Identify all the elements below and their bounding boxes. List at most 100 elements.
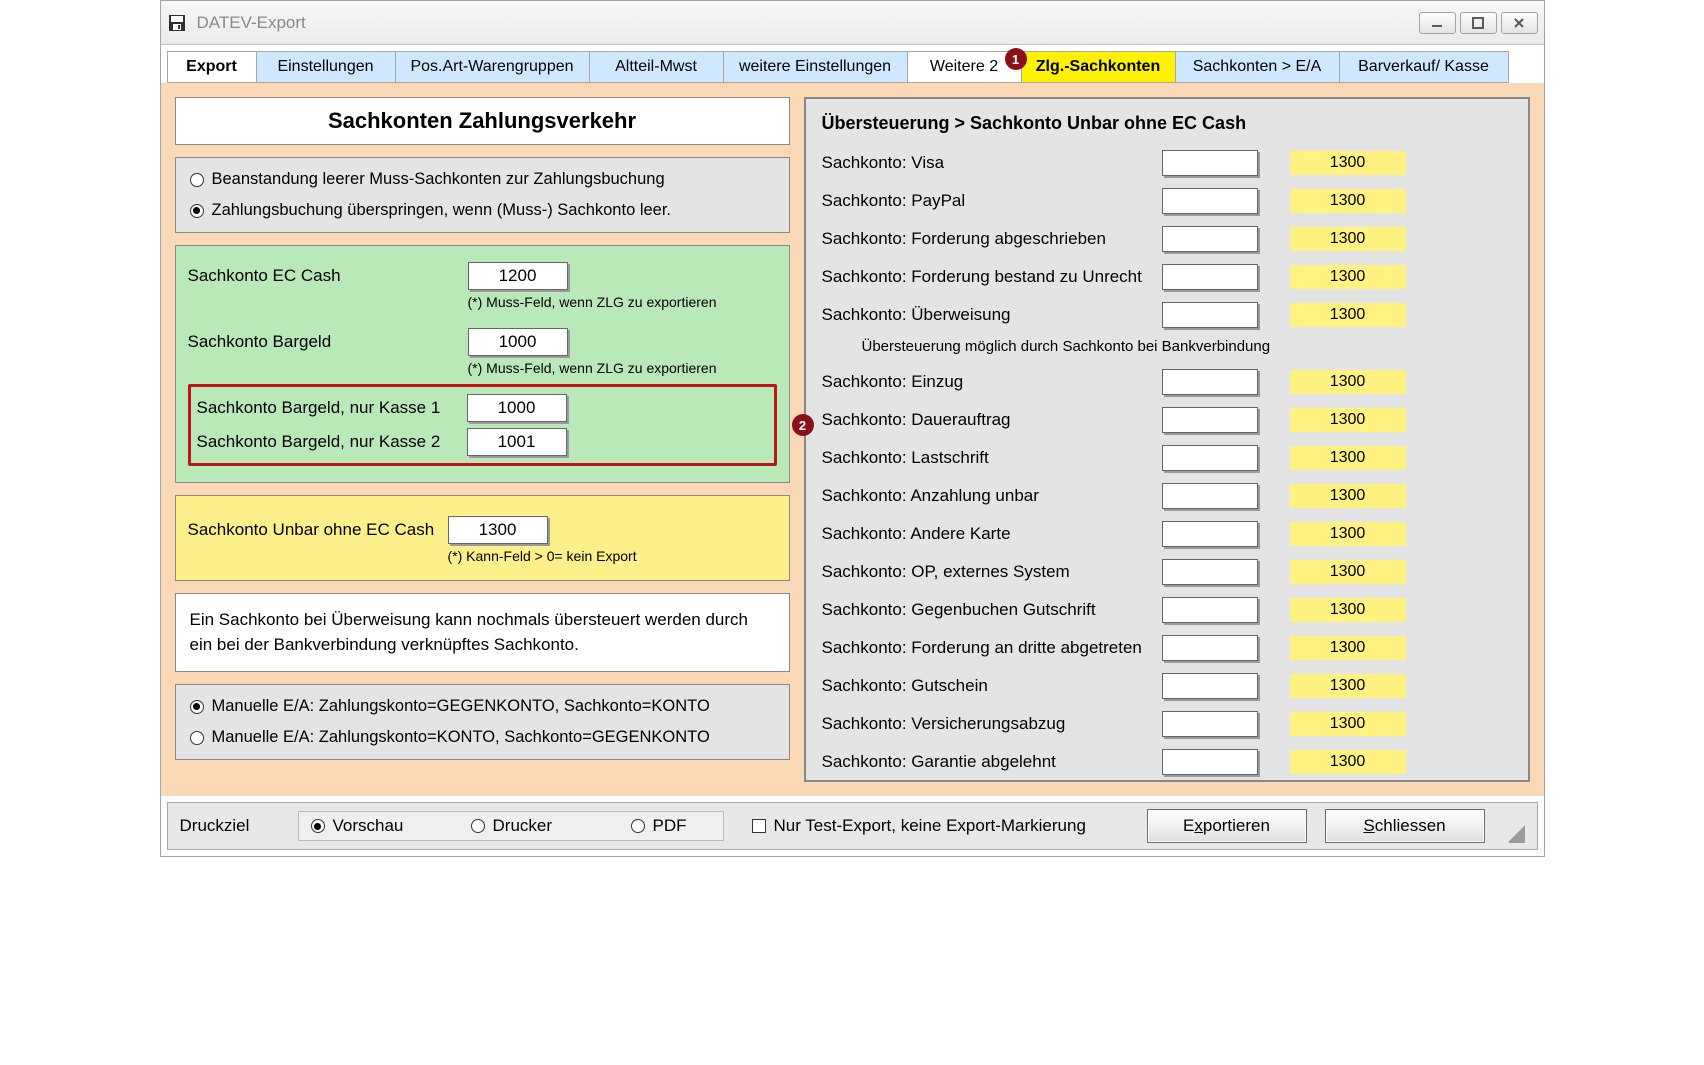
input-paypal[interactable] <box>1162 188 1258 214</box>
r-label: Sachkonto: Anzahlung unbar <box>822 486 1162 506</box>
radio-label: PDF <box>653 816 687 836</box>
right-title: Übersteuerung > Sachkonto Unbar ohne EC … <box>822 107 1512 144</box>
input-andere-karte[interactable] <box>1162 521 1258 547</box>
tab-sachkonten-ea[interactable]: Sachkonten > E/A <box>1175 51 1340 83</box>
resize-grip-icon[interactable] <box>1509 815 1525 843</box>
tab-weitere-einstellungen[interactable]: weitere Einstellungen <box>723 51 908 83</box>
r-label: Sachkonto: Lastschrift <box>822 448 1162 468</box>
tabstrip: Export Einstellungen Pos.Art-Warengruppe… <box>161 45 1544 83</box>
radio-pdf[interactable]: PDF <box>631 816 711 836</box>
maximize-button[interactable] <box>1460 12 1497 34</box>
label-ec-cash: Sachkonto EC Cash <box>188 266 468 286</box>
checkbox-testexport[interactable]: Nur Test-Export, keine Export-Markierung <box>752 816 1086 836</box>
app-window: DATEV-Export Export Einstellungen Pos.Ar… <box>160 0 1545 857</box>
radio-label: Beanstandung leerer Muss-Sachkonten zur … <box>212 170 665 189</box>
radio-icon <box>190 700 204 714</box>
value-paypal: 1300 <box>1290 189 1406 213</box>
radio-ea-1[interactable]: Manuelle E/A: Zahlungskonto=GEGENKONTO, … <box>180 691 785 722</box>
value-versicherung: 1300 <box>1290 712 1406 736</box>
input-ford-abg[interactable] <box>1162 226 1258 252</box>
tab-weitere-2[interactable]: Weitere 2 1 <box>907 51 1022 83</box>
tab-einstellungen[interactable]: Einstellungen <box>256 51 396 83</box>
r-label: Sachkonto: Forderung an dritte abgetrete… <box>822 638 1162 658</box>
radio-label: Vorschau <box>333 816 404 836</box>
input-garantie[interactable] <box>1162 749 1258 775</box>
radio-ea-2[interactable]: Manuelle E/A: Zahlungskonto=KONTO, Sachk… <box>180 722 785 753</box>
radio-label: Manuelle E/A: Zahlungskonto=KONTO, Sachk… <box>212 728 710 747</box>
save-icon <box>167 13 187 33</box>
radio-beanstandung[interactable]: Beanstandung leerer Muss-Sachkonten zur … <box>180 164 785 195</box>
r-label: Sachkonto: Einzug <box>822 372 1162 392</box>
label-bargeld-k1: Sachkonto Bargeld, nur Kasse 1 <box>197 398 467 418</box>
radio-icon <box>471 819 485 833</box>
value-ford-unrecht: 1300 <box>1290 265 1406 289</box>
tab-export[interactable]: Export <box>167 51 257 83</box>
r-label: Sachkonto: Gegenbuchen Gutschrift <box>822 600 1162 620</box>
r-label: Sachkonto: Andere Karte <box>822 524 1162 544</box>
radio-ueberspringen[interactable]: Zahlungsbuchung überspringen, wenn (Muss… <box>180 195 785 226</box>
hint-bargeld: (*) Muss-Feld, wenn ZLG zu exportieren <box>188 360 777 376</box>
value-anzahlung: 1300 <box>1290 484 1406 508</box>
left-column: Sachkonten Zahlungsverkehr Beanstandung … <box>175 97 790 782</box>
input-ueberweisung[interactable] <box>1162 302 1258 328</box>
tab-zlg-sachkonten[interactable]: Zlg.-Sachkonten <box>1021 51 1176 83</box>
close-button[interactable] <box>1501 12 1538 34</box>
r-label: Sachkonto: Gutschein <box>822 676 1162 696</box>
radio-label: Drucker <box>493 816 553 836</box>
tab-posart[interactable]: Pos.Art-Warengruppen <box>395 51 590 83</box>
minimize-button[interactable] <box>1419 12 1456 34</box>
input-op-extern[interactable] <box>1162 559 1258 585</box>
input-anzahlung[interactable] <box>1162 483 1258 509</box>
export-button[interactable]: Exportieren <box>1147 809 1307 843</box>
right-column: Übersteuerung > Sachkonto Unbar ohne EC … <box>804 97 1530 782</box>
value-visa: 1300 <box>1290 151 1406 175</box>
radio-label: Zahlungsbuchung überspringen, wenn (Muss… <box>212 201 672 220</box>
r-label: Sachkonto: Dauerauftrag <box>822 410 1162 430</box>
input-ford-dritte[interactable] <box>1162 635 1258 661</box>
input-bargeld[interactable]: 1000 <box>468 328 568 356</box>
label-unbar: Sachkonto Unbar ohne EC Cash <box>188 520 448 540</box>
value-garantie: 1300 <box>1290 750 1406 774</box>
input-visa[interactable] <box>1162 150 1258 176</box>
radio-vorschau[interactable]: Vorschau <box>311 816 441 836</box>
value-gegenbuchen: 1300 <box>1290 598 1406 622</box>
tab-altteil[interactable]: Altteil-Mwst <box>589 51 724 83</box>
r-label: Sachkonto: Visa <box>822 153 1162 173</box>
radio-icon <box>190 204 204 218</box>
input-einzug[interactable] <box>1162 369 1258 395</box>
value-lastschrift: 1300 <box>1290 446 1406 470</box>
note-text: Ein Sachkonto bei Überweisung kann nochm… <box>190 610 749 654</box>
input-unbar[interactable]: 1300 <box>448 516 548 544</box>
checkbox-label: Nur Test-Export, keine Export-Markierung <box>774 816 1086 836</box>
hint-ec: (*) Muss-Feld, wenn ZLG zu exportieren <box>188 294 777 310</box>
r-label: Sachkonto: OP, externes System <box>822 562 1162 582</box>
radio-label: Manuelle E/A: Zahlungskonto=GEGENKONTO, … <box>212 697 710 716</box>
right-note: Übersteuerung möglich durch Sachkonto be… <box>822 334 1512 363</box>
input-versicherung[interactable] <box>1162 711 1258 737</box>
value-dauerauftrag: 1300 <box>1290 408 1406 432</box>
right-panel: Übersteuerung > Sachkonto Unbar ohne EC … <box>804 97 1530 782</box>
input-gutschein[interactable] <box>1162 673 1258 699</box>
input-lastschrift[interactable] <box>1162 445 1258 471</box>
bottombar: Druckziel Vorschau Drucker PDF Nur Test-… <box>161 796 1544 856</box>
value-andere-karte: 1300 <box>1290 522 1406 546</box>
close-app-button[interactable]: Schliessen <box>1325 809 1485 843</box>
radio-icon <box>631 819 645 833</box>
value-ueberweisung: 1300 <box>1290 303 1406 327</box>
input-bargeld-k2[interactable]: 1001 <box>467 428 567 456</box>
bottom-panel: Druckziel Vorschau Drucker PDF Nur Test-… <box>167 802 1538 850</box>
window-title: DATEV-Export <box>197 13 1419 33</box>
annotation-1-icon: 1 <box>1005 48 1027 70</box>
value-ford-dritte: 1300 <box>1290 636 1406 660</box>
workarea: Sachkonten Zahlungsverkehr Beanstandung … <box>161 83 1544 796</box>
input-ec-cash[interactable]: 1200 <box>468 262 568 290</box>
input-ford-unrecht[interactable] <box>1162 264 1258 290</box>
input-gegenbuchen[interactable] <box>1162 597 1258 623</box>
r-label: Sachkonto: Versicherungsabzug <box>822 714 1162 734</box>
radio-drucker[interactable]: Drucker <box>471 816 601 836</box>
input-dauerauftrag[interactable] <box>1162 407 1258 433</box>
r-label: Sachkonto: PayPal <box>822 191 1162 211</box>
tab-barverkauf[interactable]: Barverkauf/ Kasse <box>1339 51 1509 83</box>
radio-icon <box>311 819 325 833</box>
input-bargeld-k1[interactable]: 1000 <box>467 394 567 422</box>
